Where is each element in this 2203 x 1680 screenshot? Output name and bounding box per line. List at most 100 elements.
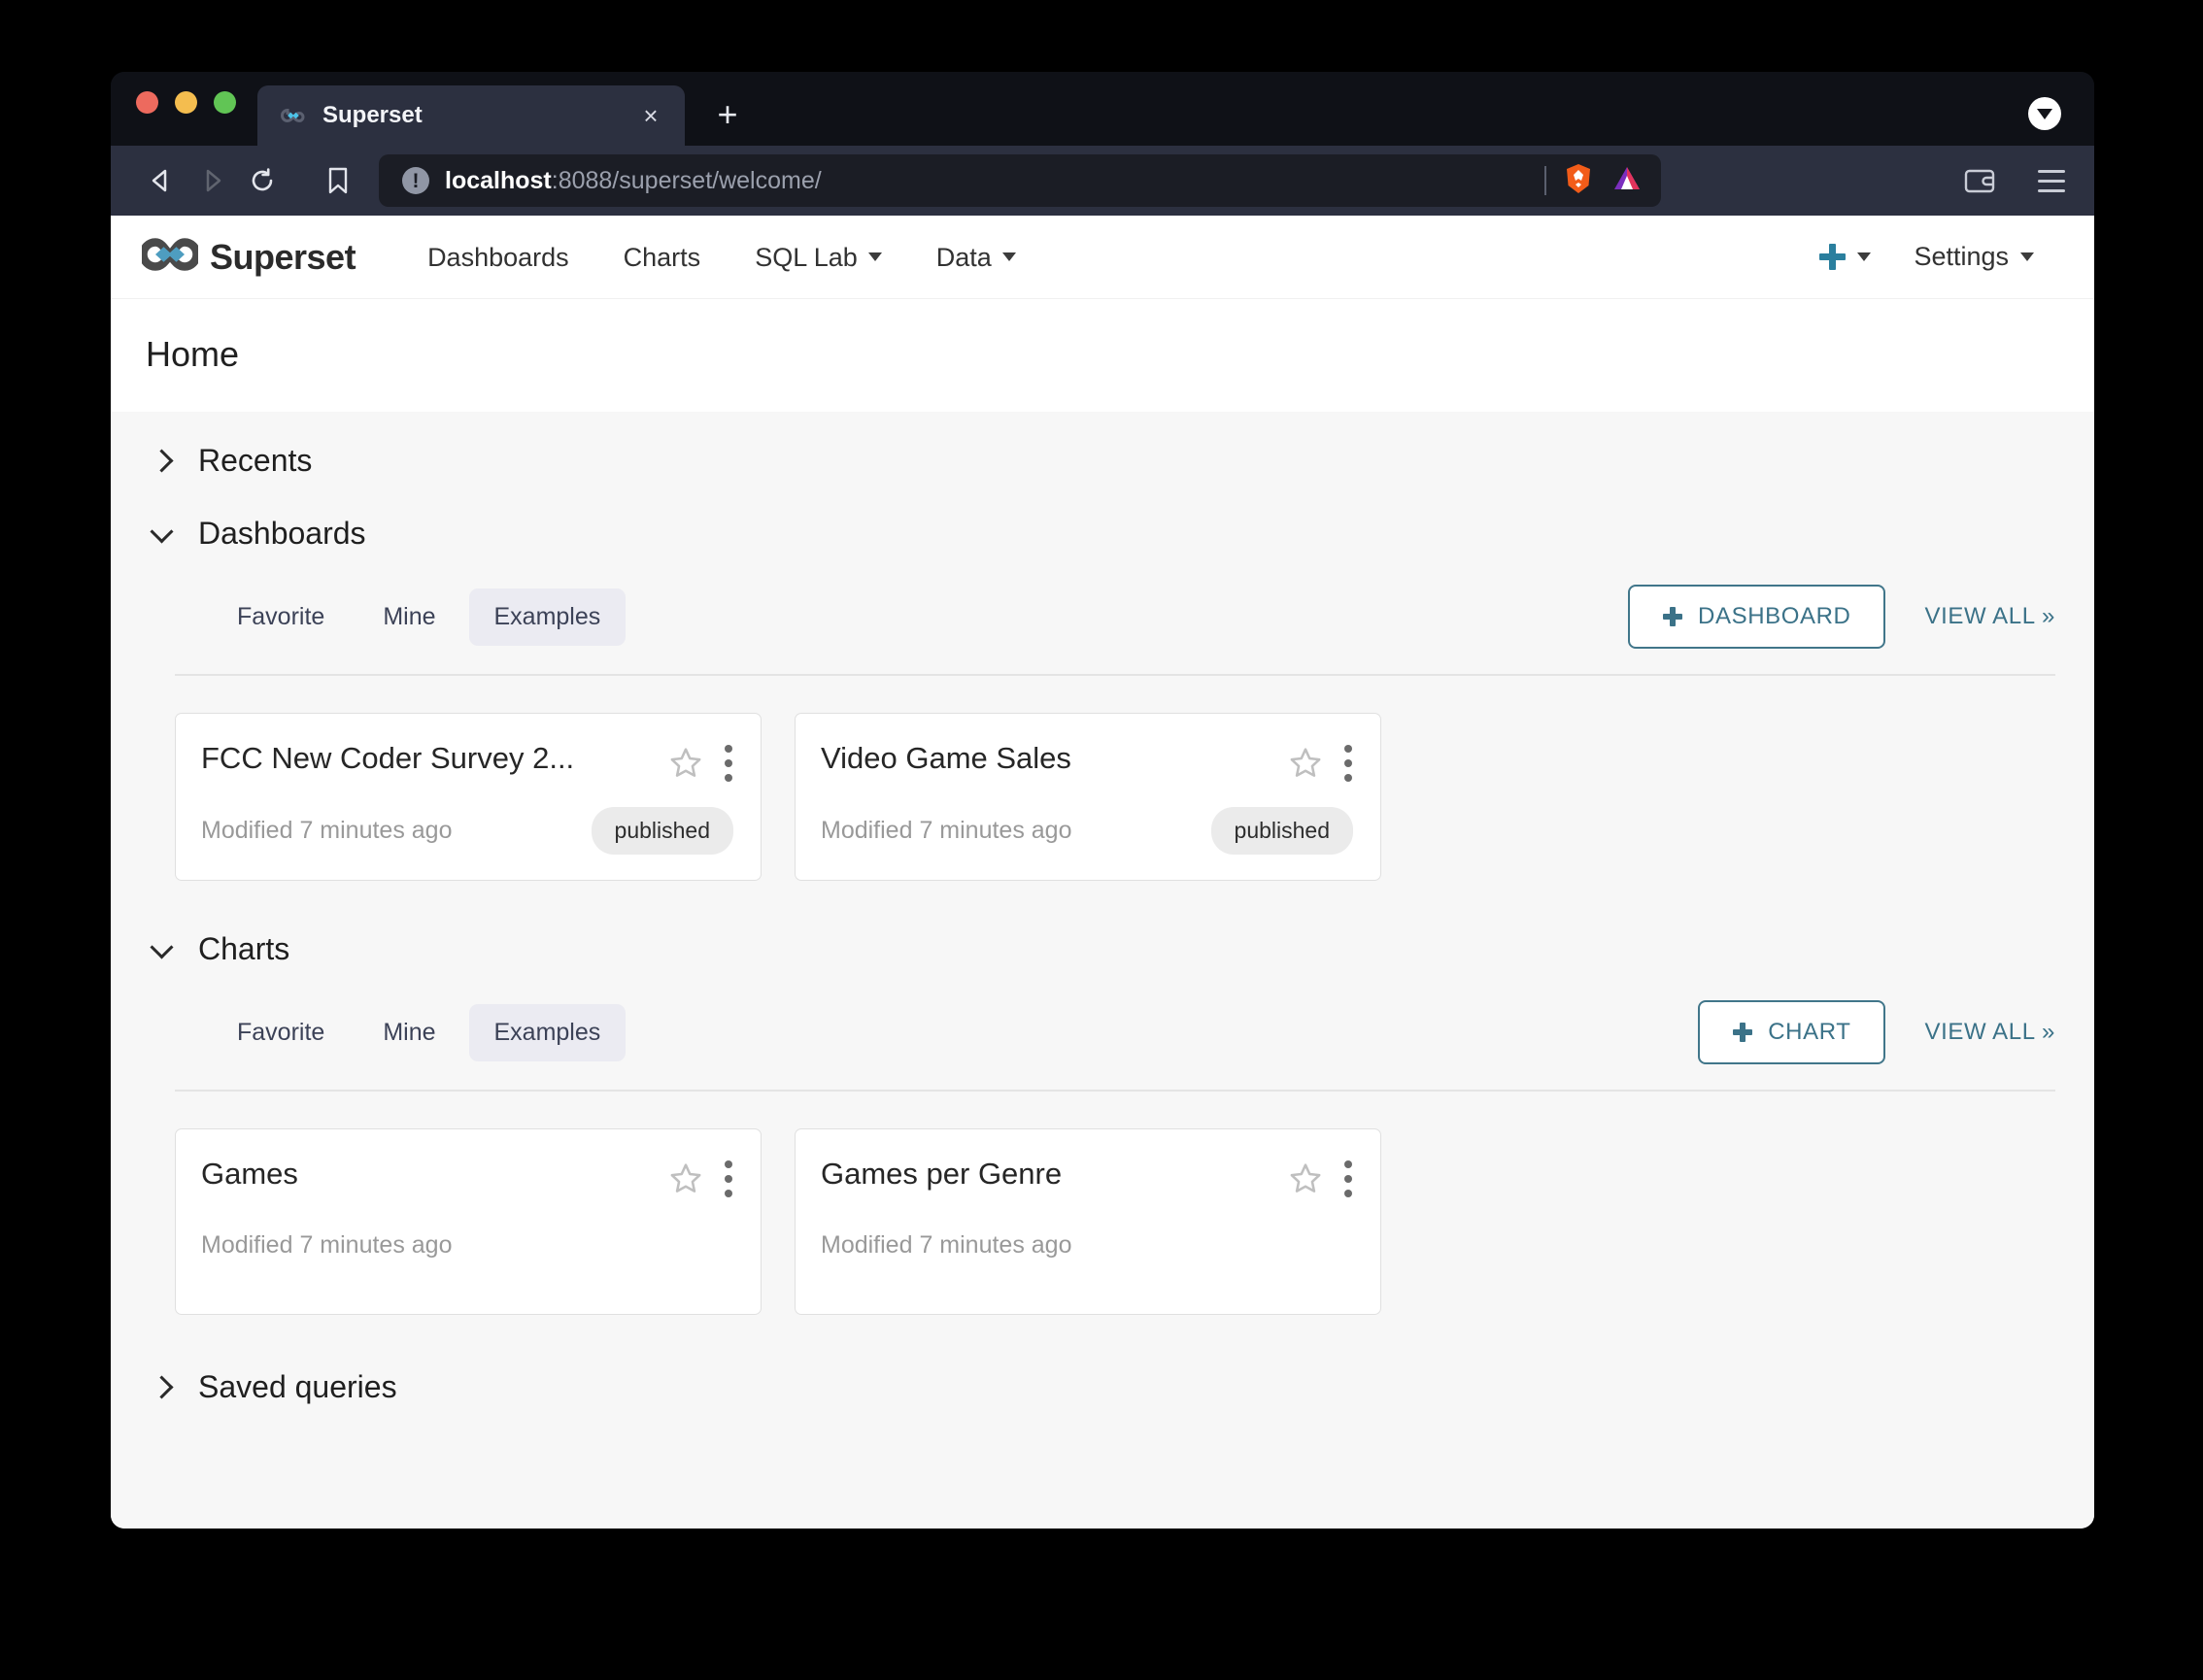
card-overflow-menu-icon[interactable] <box>724 1159 733 1197</box>
settings-menu[interactable]: Settings <box>1892 242 2055 272</box>
maximize-window-button[interactable] <box>214 90 236 114</box>
browser-tab-strip: Superset × + <box>111 72 2094 146</box>
tab-charts-examples[interactable]: Examples <box>468 1003 627 1061</box>
dashboard-card-title[interactable]: FCC New Coder Survey 2... <box>201 739 660 776</box>
chart-card-bottom: Modified 7 minutes ago <box>201 1223 733 1267</box>
nav-item-charts-label: Charts <box>623 242 701 272</box>
chart-card-modified: Modified 7 minutes ago <box>201 1230 453 1259</box>
url-host: localhost <box>445 166 552 194</box>
dashboard-card-top: FCC New Coder Survey 2... <box>201 739 733 782</box>
brave-bat-triangle-icon[interactable] <box>1610 162 1644 200</box>
chart-card-title[interactable]: Games per Genre <box>821 1155 1279 1192</box>
chart-card-top: Games per Genre <box>821 1155 1353 1197</box>
settings-menu-label: Settings <box>1914 242 2009 271</box>
dashboards-toolbar: Favorite Mine Examples DASHBOARD VIEW AL… <box>175 557 2055 649</box>
tab-charts-mine[interactable]: Mine <box>357 1004 460 1061</box>
tab-dashboards-examples[interactable]: Examples <box>468 588 627 646</box>
reload-icon[interactable] <box>237 155 288 206</box>
nav-item-dashboards[interactable]: Dashboards <box>400 216 596 299</box>
charts-toolbar-actions: CHART VIEW ALL » <box>1698 1000 2055 1064</box>
chevron-down-icon <box>152 523 173 545</box>
site-info-icon[interactable]: ! <box>402 167 429 194</box>
section-charts-body: Favorite Mine Examples CHART VIEW ALL » <box>146 973 2055 1315</box>
tab-charts-favorite[interactable]: Favorite <box>212 1004 350 1061</box>
address-bar[interactable]: ! localhost:8088/superset/welcome/ <box>379 154 1661 207</box>
status-badge: published <box>591 807 733 855</box>
add-chart-button-label: CHART <box>1768 1019 1851 1045</box>
chart-card[interactable]: Games per Genre Modified 7 minutes ago <box>795 1128 1381 1315</box>
superset-brand[interactable]: Superset <box>132 237 365 278</box>
tab-dashboards-favorite[interactable]: Favorite <box>212 588 350 646</box>
browser-tab[interactable]: Superset × <box>257 85 685 146</box>
section-recents-header[interactable]: Recents <box>146 412 2055 485</box>
section-recents-label: Recents <box>198 443 313 478</box>
section-saved-queries-header[interactable]: Saved queries <box>146 1315 2055 1411</box>
toolbar-right-controls <box>1954 155 2065 206</box>
dashboard-card-modified: Modified 7 minutes ago <box>821 817 1072 844</box>
dashboard-card-title[interactable]: Video Game Sales <box>821 739 1279 776</box>
dashboard-card[interactable]: FCC New Coder Survey 2... Modified 7 min… <box>175 713 762 881</box>
superset-nav-right: Settings <box>1798 242 2055 272</box>
chart-card-top: Games <box>201 1155 733 1197</box>
superset-navbar: Superset Dashboards Charts SQL Lab Data <box>111 216 2094 299</box>
url-path: :8088/superset/welcome/ <box>551 166 822 194</box>
star-icon[interactable] <box>669 1161 702 1194</box>
dashboard-card-bottom: Modified 7 minutes ago published <box>201 807 733 855</box>
nav-item-dashboards-label: Dashboards <box>427 242 569 272</box>
browser-window: Superset × + ! localhost:8088/superset/w… <box>111 72 2094 1529</box>
chevron-right-icon <box>152 1377 173 1398</box>
card-overflow-menu-icon[interactable] <box>1343 1159 1353 1197</box>
add-dashboard-button-label: DASHBOARD <box>1698 603 1851 629</box>
hamburger-menu-icon[interactable] <box>2038 169 2065 192</box>
star-icon[interactable] <box>1289 1161 1322 1194</box>
add-chart-button[interactable]: CHART <box>1698 1000 1886 1064</box>
chevron-down-badge-icon[interactable] <box>2028 97 2061 130</box>
close-window-button[interactable] <box>136 90 158 114</box>
plus-icon <box>1733 1023 1753 1042</box>
card-overflow-menu-icon[interactable] <box>1343 743 1353 782</box>
view-all-dashboards-link[interactable]: VIEW ALL » <box>1924 603 2055 630</box>
close-icon[interactable]: × <box>636 101 665 130</box>
chart-card[interactable]: Games Modified 7 minutes ago <box>175 1128 762 1315</box>
page-content: Recents Dashboards Favorite Mine Example… <box>111 412 2094 1529</box>
chart-card-modified: Modified 7 minutes ago <box>821 1230 1072 1259</box>
section-charts-label: Charts <box>198 931 290 966</box>
url-text: localhost:8088/superset/welcome/ <box>445 167 1529 195</box>
brave-lion-icon[interactable] <box>1562 162 1595 200</box>
wallet-icon[interactable] <box>1954 155 2005 206</box>
card-overflow-menu-icon[interactable] <box>724 743 733 782</box>
chart-card-title[interactable]: Games <box>201 1155 660 1192</box>
plus-icon <box>1663 607 1683 626</box>
view-all-charts-link[interactable]: VIEW ALL » <box>1924 1019 2055 1046</box>
tab-dashboards-mine[interactable]: Mine <box>357 588 460 646</box>
dashboard-card-top: Video Game Sales <box>821 739 1353 782</box>
nav-item-charts[interactable]: Charts <box>596 216 729 299</box>
back-arrow-icon[interactable] <box>136 155 186 206</box>
dashboard-card-modified: Modified 7 minutes ago <box>201 817 453 844</box>
dashboard-card[interactable]: Video Game Sales Modified 7 minutes ago … <box>795 713 1381 881</box>
section-charts-header[interactable]: Charts <box>146 881 2055 973</box>
chart-card-icons <box>669 1155 733 1197</box>
star-icon[interactable] <box>669 746 702 779</box>
brave-action-icons <box>1562 162 1644 200</box>
add-dashboard-button[interactable]: DASHBOARD <box>1628 585 1886 649</box>
charts-card-grid: Games Modified 7 minutes ago Games per G… <box>175 1092 2055 1315</box>
plus-icon <box>1819 244 1847 270</box>
section-dashboards-header[interactable]: Dashboards <box>146 485 2055 557</box>
page-title: Home <box>146 334 240 374</box>
new-tab-button[interactable]: + <box>710 96 745 132</box>
bookmark-icon[interactable] <box>313 155 363 206</box>
chevron-right-icon <box>152 451 173 472</box>
new-item-menu[interactable] <box>1798 244 1892 270</box>
browser-tab-title: Superset <box>322 102 423 128</box>
section-dashboards-label: Dashboards <box>198 516 366 551</box>
minimize-window-button[interactable] <box>175 90 197 114</box>
page-header: Home <box>111 299 2094 412</box>
forward-arrow-icon[interactable] <box>186 155 237 206</box>
star-icon[interactable] <box>1289 746 1322 779</box>
nav-item-data[interactable]: Data <box>909 216 1043 299</box>
browser-toolbar: ! localhost:8088/superset/welcome/ <box>111 146 2094 216</box>
dashboards-toolbar-actions: DASHBOARD VIEW ALL » <box>1628 585 2055 649</box>
nav-item-data-label: Data <box>935 242 992 272</box>
nav-item-sql-lab[interactable]: SQL Lab <box>728 216 909 299</box>
